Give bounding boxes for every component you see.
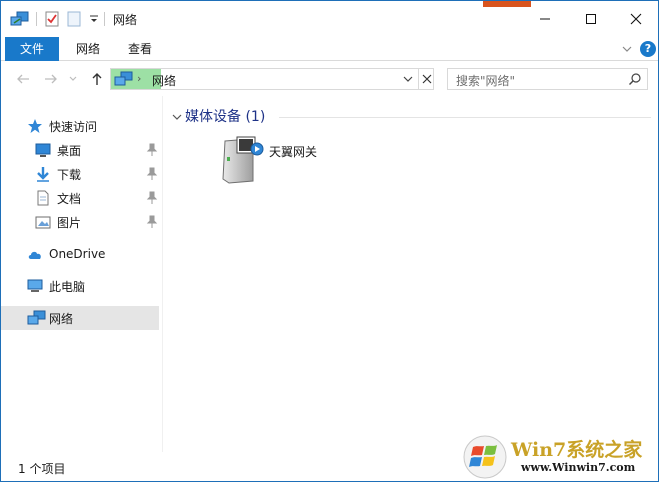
address-dropdown-icon[interactable]: [401, 72, 415, 86]
up-arrow-icon: [92, 73, 102, 85]
toolbar-separator: [104, 12, 105, 26]
network-window-icon[interactable]: [9, 9, 31, 29]
group-divider: [279, 117, 651, 118]
star-icon: [28, 119, 42, 133]
maximize-button[interactable]: [568, 1, 614, 37]
close-button[interactable]: [613, 1, 659, 37]
network-icon: [27, 310, 46, 325]
document-icon: [37, 190, 49, 206]
windows-logo-icon: [463, 435, 507, 479]
sidebar-item-desktop[interactable]: 桌面: [1, 138, 159, 162]
group-title: 媒体设备 (1): [185, 109, 266, 125]
help-button[interactable]: ?: [640, 41, 656, 57]
breadcrumb-chevron-icon[interactable]: ›: [137, 72, 141, 85]
pin-icon[interactable]: [146, 215, 158, 229]
customize-toolbar-dropdown-icon[interactable]: [87, 9, 101, 29]
watermark-url: www.Winwin7.com: [521, 461, 636, 474]
tab-network[interactable]: 网络: [67, 37, 109, 61]
address-bar[interactable]: › 网络: [110, 68, 434, 90]
back-arrow-icon: [17, 74, 29, 84]
sidebar-item-pictures[interactable]: 图片: [1, 210, 159, 234]
navigation-pane: 快速访问 桌面 下载 文档 图片 OneDrive 此电脑 网络: [1, 96, 163, 452]
picture-icon: [35, 216, 51, 229]
title-bar: 网络: [1, 1, 658, 37]
breadcrumb-network[interactable]: 网络: [152, 72, 176, 89]
search-icon[interactable]: [628, 72, 642, 86]
recent-locations-button[interactable]: [67, 71, 79, 87]
pin-icon[interactable]: [146, 167, 158, 181]
computer-icon: [27, 279, 43, 292]
up-button[interactable]: [89, 71, 105, 87]
sidebar-item-label: 桌面: [57, 143, 82, 158]
forward-button[interactable]: [43, 71, 59, 87]
device-label: 天翼网关: [269, 145, 318, 159]
media-device-icon: [222, 136, 264, 184]
collapse-chevron-icon[interactable]: [171, 111, 183, 123]
download-icon: [37, 167, 49, 182]
sidebar-item-documents[interactable]: 文档: [1, 186, 159, 210]
sidebar-item-label: 文档: [57, 191, 82, 206]
chevron-down-icon: [69, 76, 77, 81]
ribbon-tabs: 文件 网络 查看 ?: [1, 37, 658, 61]
minimize-icon: [540, 18, 550, 20]
toolbar-separator: [36, 12, 37, 26]
watermark-logo: Win7系统之家 www.Winwin7.com: [461, 433, 659, 481]
back-button[interactable]: [15, 71, 31, 87]
forward-arrow-icon: [45, 74, 57, 84]
sidebar-item-label: OneDrive: [49, 247, 106, 261]
close-icon: [422, 74, 431, 84]
expand-ribbon-chevron-icon[interactable]: [620, 42, 634, 56]
sidebar-item-label: 快速访问: [49, 119, 98, 134]
minimize-button[interactable]: [522, 1, 568, 37]
device-item-tianyi-gateway[interactable]: 天翼网关: [217, 135, 337, 187]
new-folder-icon[interactable]: [65, 9, 83, 29]
sidebar-item-downloads[interactable]: 下载: [1, 162, 159, 186]
properties-icon[interactable]: [43, 9, 61, 29]
search-input[interactable]: 搜索"网络": [447, 68, 648, 90]
sidebar-item-label: 网络: [49, 311, 74, 326]
sidebar-item-label: 图片: [57, 215, 82, 230]
search-placeholder: 搜索"网络": [456, 74, 516, 88]
maximize-icon: [586, 14, 596, 24]
close-icon: [630, 13, 642, 25]
network-icon: [114, 71, 133, 86]
sidebar-item-quick-access[interactable]: 快速访问: [1, 114, 159, 138]
desktop-icon: [35, 143, 51, 157]
sidebar-item-label: 下载: [57, 167, 82, 182]
pin-icon[interactable]: [146, 191, 158, 205]
tab-view[interactable]: 查看: [119, 37, 161, 61]
window-title: 网络: [113, 13, 138, 27]
tab-file[interactable]: 文件: [5, 37, 59, 61]
watermark-title: Win7系统之家: [511, 439, 643, 461]
explorer-window: 网络 文件 网络 查看 ? › 网络 搜索"网络" 快速访问 桌面 下载 文档 …: [0, 0, 659, 482]
address-clear-button[interactable]: [418, 69, 434, 89]
pin-icon[interactable]: [146, 143, 158, 157]
sidebar-item-onedrive[interactable]: OneDrive: [1, 242, 159, 266]
cloud-icon: [28, 251, 41, 259]
sidebar-item-this-pc[interactable]: 此电脑: [1, 274, 159, 298]
sidebar-item-label: 此电脑: [49, 279, 86, 294]
navigation-bar: › 网络 搜索"网络": [1, 62, 658, 96]
sidebar-item-network[interactable]: 网络: [1, 306, 159, 330]
item-count: 1 个项目: [18, 462, 66, 476]
